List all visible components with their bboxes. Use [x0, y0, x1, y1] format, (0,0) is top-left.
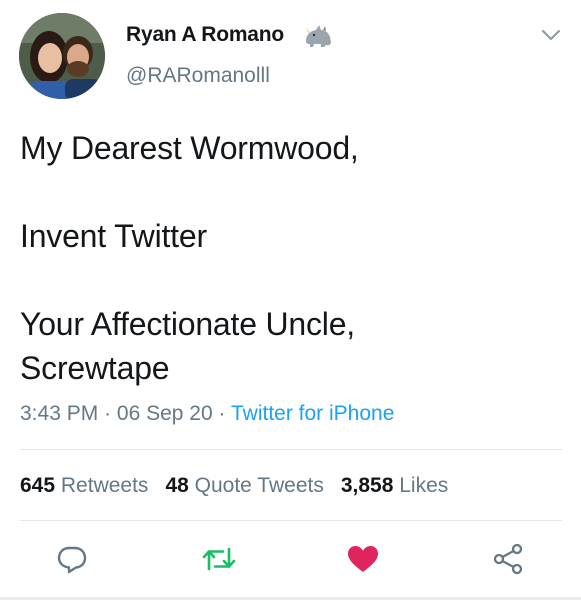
tweet-line: Invent Twitter: [20, 218, 207, 254]
display-name[interactable]: Ryan A Romano: [126, 23, 284, 47]
likes-stat[interactable]: 3,858 Likes: [341, 474, 448, 497]
chevron-down-icon[interactable]: [540, 27, 562, 43]
tweet-date[interactable]: 06 Sep 20: [117, 402, 213, 425]
tweet-line: My Dearest Wormwood,: [20, 130, 359, 166]
meta-separator: ·: [218, 402, 226, 425]
retweets-stat[interactable]: 645 Retweets: [20, 474, 148, 497]
share-button[interactable]: [488, 541, 528, 577]
tweet-time[interactable]: 3:43 PM: [20, 402, 98, 425]
quote-tweets-label: Quote Tweets: [194, 474, 324, 497]
tweet-line: Your Affectionate Uncle,: [20, 306, 355, 342]
tweet-card: Ryan A Romano @RARomanolll My Dearest Wo…: [0, 0, 581, 600]
avatar[interactable]: [19, 13, 105, 99]
tweet-line: Screwtape: [20, 350, 170, 386]
divider: [20, 520, 562, 521]
quote-tweets-stat[interactable]: 48 Quote Tweets: [165, 474, 323, 497]
quote-tweets-count: 48: [165, 474, 189, 497]
retweet-icon: [202, 547, 236, 571]
meta-separator: ·: [104, 402, 112, 425]
tweet-body: My Dearest Wormwood, Invent Twitter Your…: [20, 126, 560, 390]
retweet-button[interactable]: [199, 541, 239, 577]
avatar-photo: [19, 13, 105, 99]
retweets-label: Retweets: [60, 474, 149, 497]
tweet-stats: 645 Retweets 48 Quote Tweets 3,858 Likes: [20, 474, 465, 498]
tweet-meta: 3:43 PM · 06 Sep 20 · Twitter for iPhone: [20, 402, 394, 426]
divider: [20, 449, 562, 450]
user-handle[interactable]: @RARomanolll: [126, 64, 270, 88]
reply-button[interactable]: [52, 541, 92, 577]
like-button[interactable]: [343, 541, 383, 577]
likes-label: Likes: [399, 474, 449, 497]
reply-icon: [57, 546, 87, 574]
tweet-source-link[interactable]: Twitter for iPhone: [231, 402, 394, 425]
retweets-count: 645: [20, 474, 56, 497]
share-icon: [493, 543, 523, 575]
heart-icon: [348, 546, 378, 572]
rhinoceros-icon: [306, 25, 331, 47]
likes-count: 3,858: [340, 474, 394, 497]
